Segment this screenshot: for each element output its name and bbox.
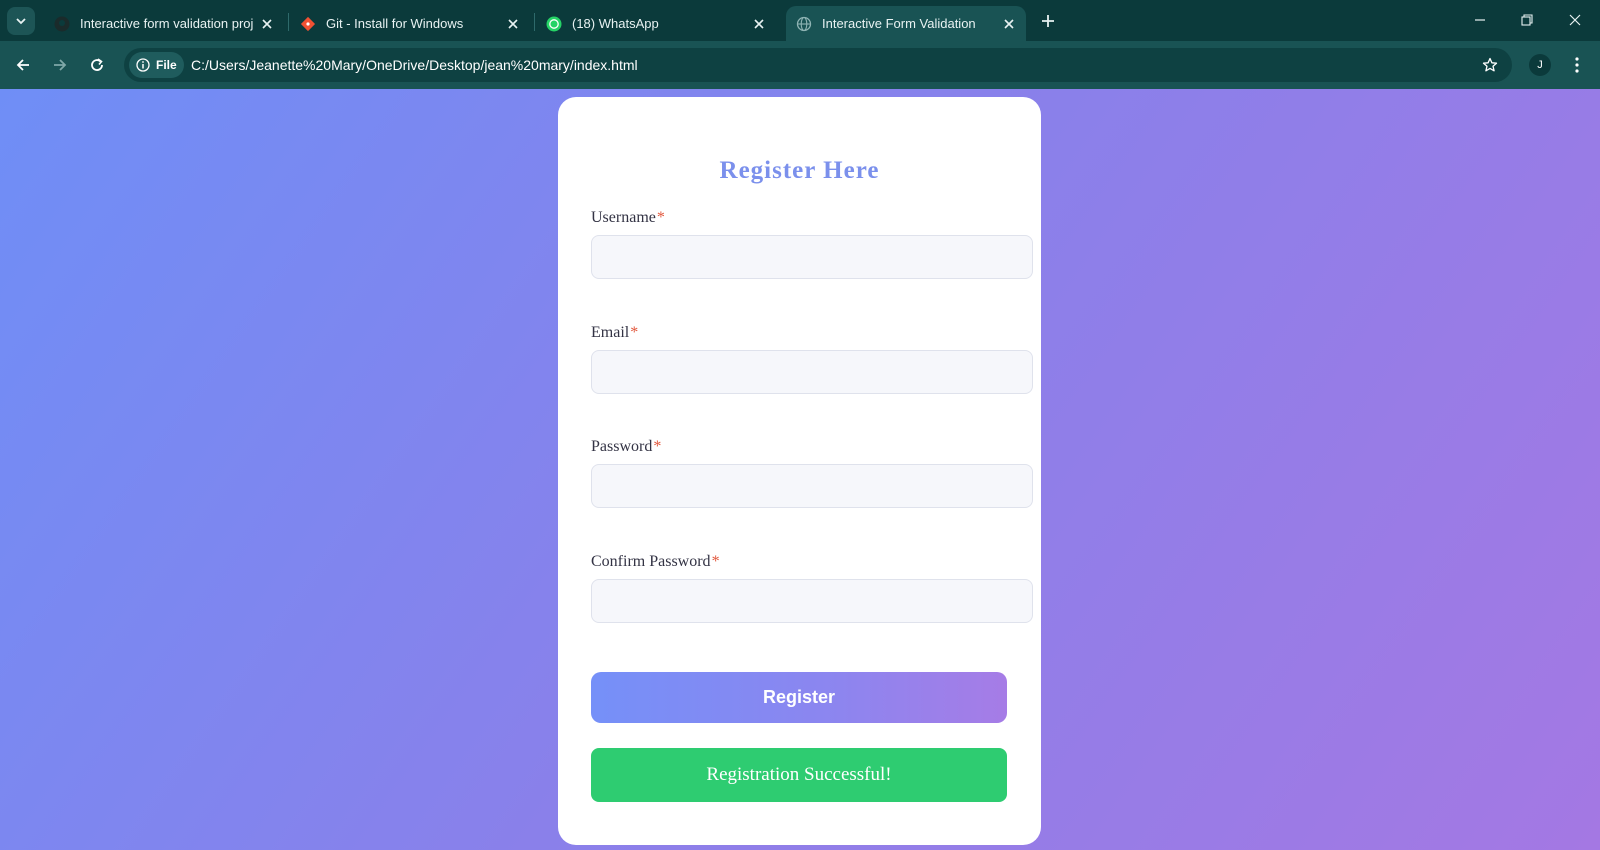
- tab-separator: [288, 13, 289, 31]
- profile-avatar[interactable]: J: [1529, 54, 1551, 76]
- page-title: Register Here: [719, 157, 880, 184]
- minimize-icon: [1475, 19, 1485, 21]
- email-label-text: Email: [591, 324, 630, 341]
- page-viewport: Register Here Username* Email* Password*…: [0, 89, 1600, 850]
- success-message: Registration Successful!: [591, 748, 1007, 802]
- required-marker: *: [630, 324, 639, 341]
- tab-title: Interactive form validation proj: [80, 16, 254, 31]
- username-label: Username*: [591, 209, 1033, 231]
- tab-separator: [534, 13, 535, 31]
- tab-interactive-form-validation[interactable]: Interactive Form Validation: [786, 6, 1026, 41]
- tab-github[interactable]: Interactive form validation proj: [44, 6, 284, 41]
- restore-button[interactable]: [1504, 6, 1550, 34]
- close-icon[interactable]: [1000, 15, 1018, 33]
- window-close-button[interactable]: [1552, 6, 1598, 34]
- new-tab-button[interactable]: [1037, 10, 1059, 32]
- restore-icon: [1521, 14, 1533, 26]
- minimize-button[interactable]: [1457, 6, 1503, 34]
- tab-whatsapp[interactable]: (18) WhatsApp: [536, 6, 776, 41]
- browser-toolbar: File C:/Users/Jeanette%20Mary/OneDrive/D…: [0, 41, 1600, 89]
- scheme-label: File: [156, 58, 177, 72]
- password-field-group: Password*: [591, 438, 1033, 508]
- git-icon: [300, 16, 316, 32]
- close-icon[interactable]: [750, 15, 768, 33]
- registration-card: Register Here Username* Email* Password*…: [558, 97, 1041, 845]
- tab-search-button[interactable]: [7, 7, 35, 35]
- chevron-down-icon: [16, 18, 26, 25]
- confirm-password-label: Confirm Password*: [591, 553, 1033, 575]
- close-icon: [1569, 14, 1581, 26]
- tab-title: Git - Install for Windows: [326, 16, 464, 31]
- email-label: Email*: [591, 324, 1033, 346]
- required-marker: *: [653, 438, 662, 455]
- star-icon: [1482, 57, 1498, 72]
- github-icon: [54, 16, 70, 32]
- close-icon[interactable]: [258, 15, 276, 33]
- username-label-text: Username: [591, 209, 656, 226]
- confirm-password-field-group: Confirm Password*: [591, 553, 1033, 623]
- tab-strip: Interactive form validation proj Git - I…: [0, 0, 1600, 41]
- password-label-text: Password: [591, 438, 653, 455]
- more-vertical-icon: [1575, 57, 1579, 73]
- arrow-left-icon: [16, 59, 29, 71]
- site-info-chip[interactable]: File: [129, 52, 184, 78]
- url-text[interactable]: C:/Users/Jeanette%20Mary/OneDrive/Deskto…: [191, 57, 638, 73]
- username-input[interactable]: [591, 235, 1033, 279]
- required-marker: *: [711, 553, 720, 570]
- whatsapp-icon: [546, 16, 562, 32]
- reload-icon: [91, 58, 103, 71]
- register-button[interactable]: Register: [591, 672, 1007, 723]
- info-icon: [136, 58, 150, 72]
- reload-button[interactable]: [83, 51, 111, 79]
- password-label: Password*: [591, 438, 1033, 460]
- confirm-password-input[interactable]: [591, 579, 1033, 623]
- browser-menu-button[interactable]: [1567, 51, 1587, 79]
- back-button[interactable]: [9, 51, 37, 79]
- username-field-group: Username*: [591, 209, 1033, 279]
- plus-icon: [1042, 15, 1054, 27]
- tab-title: (18) WhatsApp: [572, 16, 659, 31]
- arrow-right-icon: [54, 59, 67, 71]
- forward-button[interactable]: [46, 51, 74, 79]
- bookmark-star-button[interactable]: [1480, 55, 1500, 75]
- close-icon[interactable]: [504, 15, 522, 33]
- password-input[interactable]: [591, 464, 1033, 508]
- required-marker: *: [656, 209, 665, 226]
- email-field-group: Email*: [591, 324, 1033, 394]
- address-bar[interactable]: File C:/Users/Jeanette%20Mary/OneDrive/D…: [124, 48, 1512, 82]
- email-input[interactable]: [591, 350, 1033, 394]
- confirm-password-label-text: Confirm Password: [591, 553, 711, 570]
- tab-git-install[interactable]: Git - Install for Windows: [290, 6, 530, 41]
- globe-icon: [796, 16, 812, 32]
- tab-title: Interactive Form Validation: [822, 16, 976, 31]
